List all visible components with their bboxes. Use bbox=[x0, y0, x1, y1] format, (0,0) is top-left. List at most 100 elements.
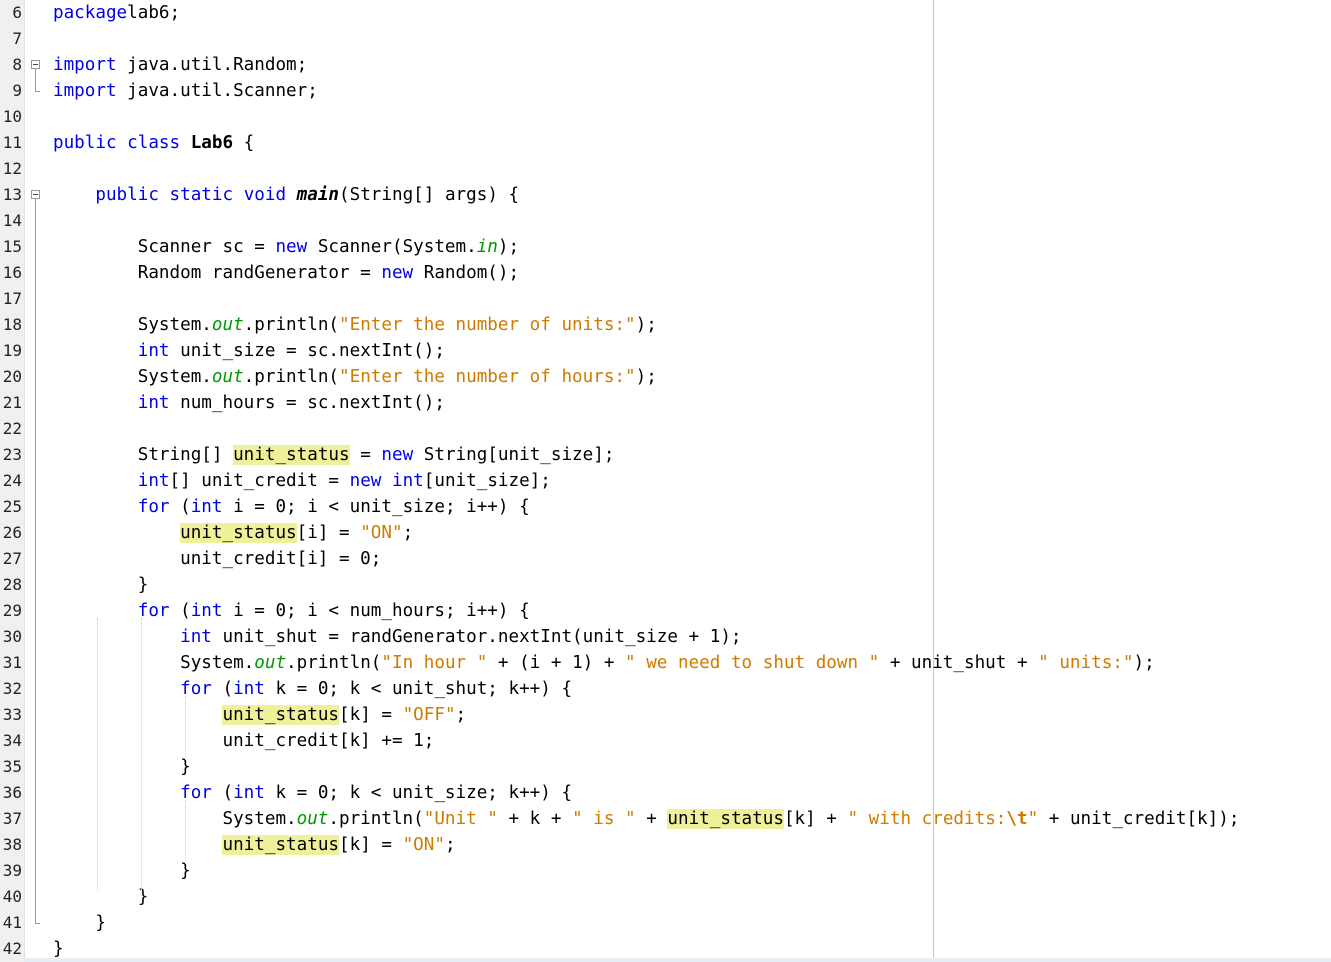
fold-toggle-icon[interactable] bbox=[31, 190, 40, 199]
highlighted-identifier: unit_status bbox=[233, 445, 350, 465]
code-token: .println( bbox=[286, 653, 382, 673]
line-number: 22 bbox=[2, 419, 22, 438]
line-number: 20 bbox=[2, 367, 22, 386]
code-line[interactable]: 16 Random randGenerator = new Random(); bbox=[0, 260, 1331, 286]
code-line[interactable]: 25 for (int i = 0; i < unit_size; i++) { bbox=[0, 494, 1331, 520]
keyword-token: import bbox=[53, 55, 117, 75]
code-line[interactable]: 32 for (int k = 0; k < unit_shut; k++) { bbox=[0, 676, 1331, 702]
keyword-token: int bbox=[137, 471, 170, 491]
code-line[interactable]: 20 System.out.println("Enter the number … bbox=[0, 364, 1331, 390]
code-line[interactable]: 9 import java.util.Scanner; bbox=[0, 78, 1331, 104]
code-line[interactable]: 38 unit_status[k] = "ON"; bbox=[0, 832, 1331, 858]
keyword-token: new bbox=[381, 445, 414, 465]
code-text: Scanner sc = new Scanner(System.in); bbox=[53, 234, 519, 260]
line-number: 9 bbox=[12, 81, 22, 100]
code-line[interactable]: 17 bbox=[0, 286, 1331, 312]
string-token: " is " bbox=[572, 809, 636, 829]
line-number: 12 bbox=[2, 159, 22, 178]
code-text: } bbox=[53, 572, 149, 598]
string-token: "In hour " bbox=[381, 653, 488, 673]
line-number: 18 bbox=[2, 315, 22, 334]
code-line[interactable]: 34 unit_credit[k] += 1; bbox=[0, 728, 1331, 754]
code-text: int num_hours = sc.nextInt(); bbox=[53, 390, 445, 416]
highlighted-identifier: unit_status bbox=[222, 705, 340, 725]
line-number: 10 bbox=[2, 107, 22, 126]
code-line[interactable]: 41 } bbox=[0, 910, 1331, 936]
code-token: String[] bbox=[53, 445, 234, 465]
code-line[interactable]: 15 Scanner sc = new Scanner(System.in); bbox=[0, 234, 1331, 260]
code-token: num_hours = sc.nextInt(); bbox=[169, 393, 445, 413]
code-line[interactable]: 29 for (int i = 0; i < num_hours; i++) { bbox=[0, 598, 1331, 624]
code-line[interactable]: 30 int unit_shut = randGenerator.nextInt… bbox=[0, 624, 1331, 650]
code-text: for (int i = 0; i < num_hours; i++) { bbox=[53, 598, 530, 624]
code-line[interactable]: 21 int num_hours = sc.nextInt(); bbox=[0, 390, 1331, 416]
code-line[interactable]: 7 bbox=[0, 26, 1331, 52]
code-token: k = 0; k < unit_shut; k++) { bbox=[264, 679, 573, 699]
line-number: 15 bbox=[2, 237, 22, 256]
code-line[interactable]: 14 bbox=[0, 208, 1331, 234]
code-line[interactable]: 28 } bbox=[0, 572, 1331, 598]
code-text: } bbox=[53, 884, 149, 910]
line-number: 17 bbox=[2, 289, 22, 308]
code-token: java.util.Random; bbox=[116, 55, 308, 75]
line-number: 7 bbox=[12, 29, 22, 48]
code-line[interactable]: 22 bbox=[0, 416, 1331, 442]
fold-range-line bbox=[35, 199, 36, 923]
keyword-token: int bbox=[137, 341, 170, 361]
code-token: [] unit_credit = bbox=[169, 471, 350, 491]
code-token: unit_shut = randGenerator.nextInt(unit_s… bbox=[211, 627, 742, 647]
code-text: System.out.println("In hour " + (i + 1) … bbox=[53, 650, 1155, 676]
code-line[interactable]: 26 unit_status[i] = "ON"; bbox=[0, 520, 1331, 546]
code-line[interactable]: 19 int unit_size = sc.nextInt(); bbox=[0, 338, 1331, 364]
code-line[interactable]: 6 packagelab6; bbox=[0, 0, 1331, 26]
code-line[interactable]: 31 System.out.println("In hour " + (i + … bbox=[0, 650, 1331, 676]
code-line[interactable]: 8 import java.util.Random; bbox=[0, 52, 1331, 78]
horizontal-scrollbar[interactable] bbox=[24, 958, 1331, 962]
code-line[interactable]: 39 } bbox=[0, 858, 1331, 884]
code-line[interactable]: 12 bbox=[0, 156, 1331, 182]
code-token: ); bbox=[1133, 653, 1155, 673]
string-token: "ON" bbox=[360, 523, 403, 543]
line-number: 13 bbox=[2, 185, 22, 204]
code-line[interactable]: 35 } bbox=[0, 754, 1331, 780]
code-editor[interactable]: 6 packagelab6; 7 8 import java.util.Random; 9… bbox=[0, 0, 1331, 962]
code-token: Lab6 bbox=[190, 133, 234, 153]
code-line[interactable]: 18 System.out.println("Enter the number … bbox=[0, 312, 1331, 338]
string-token: "Enter the number of hours:" bbox=[339, 367, 636, 387]
code-token: .println( bbox=[243, 315, 340, 335]
line-number: 31 bbox=[2, 653, 22, 672]
line-number: 27 bbox=[2, 549, 22, 568]
code-text: unit_credit[i] = 0; bbox=[53, 546, 381, 572]
code-line[interactable]: 24 int[] unit_credit = new int[unit_size… bbox=[0, 468, 1331, 494]
line-number: 8 bbox=[12, 55, 22, 74]
keyword-token: void bbox=[243, 185, 287, 205]
code-token: { bbox=[233, 133, 255, 153]
code-line[interactable]: 11 public class Lab6 { bbox=[0, 130, 1331, 156]
code-line[interactable]: 10 bbox=[0, 104, 1331, 130]
line-number: 21 bbox=[2, 393, 22, 412]
code-text: System.out.println("Enter the number of … bbox=[53, 312, 657, 338]
code-line[interactable]: 37 System.out.println("Unit " + k + " is… bbox=[0, 806, 1331, 832]
code-line[interactable]: 13 public static void main(String[] args… bbox=[0, 182, 1331, 208]
code-token: lab6; bbox=[127, 3, 181, 23]
code-line[interactable]: 33 unit_status[k] = "OFF"; bbox=[0, 702, 1331, 728]
code-text: String[] unit_status = new String[unit_s… bbox=[53, 442, 614, 468]
code-line[interactable]: 27 unit_credit[i] = 0; bbox=[0, 546, 1331, 572]
code-token: String[unit_size]; bbox=[413, 445, 615, 465]
keyword-token: int bbox=[137, 393, 170, 413]
code-line[interactable]: 40 } bbox=[0, 884, 1331, 910]
line-number: 11 bbox=[2, 133, 22, 152]
fold-toggle-icon[interactable] bbox=[31, 60, 40, 69]
code-line[interactable]: 23 String[] unit_status = new String[uni… bbox=[0, 442, 1331, 468]
code-token: unit_credit[k] += 1; bbox=[53, 731, 435, 751]
line-number: 14 bbox=[2, 211, 22, 230]
string-token: "OFF" bbox=[402, 705, 456, 725]
code-line[interactable]: 36 for (int k = 0; k < unit_size; k++) { bbox=[0, 780, 1331, 806]
code-token: Scanner(System. bbox=[307, 237, 477, 257]
